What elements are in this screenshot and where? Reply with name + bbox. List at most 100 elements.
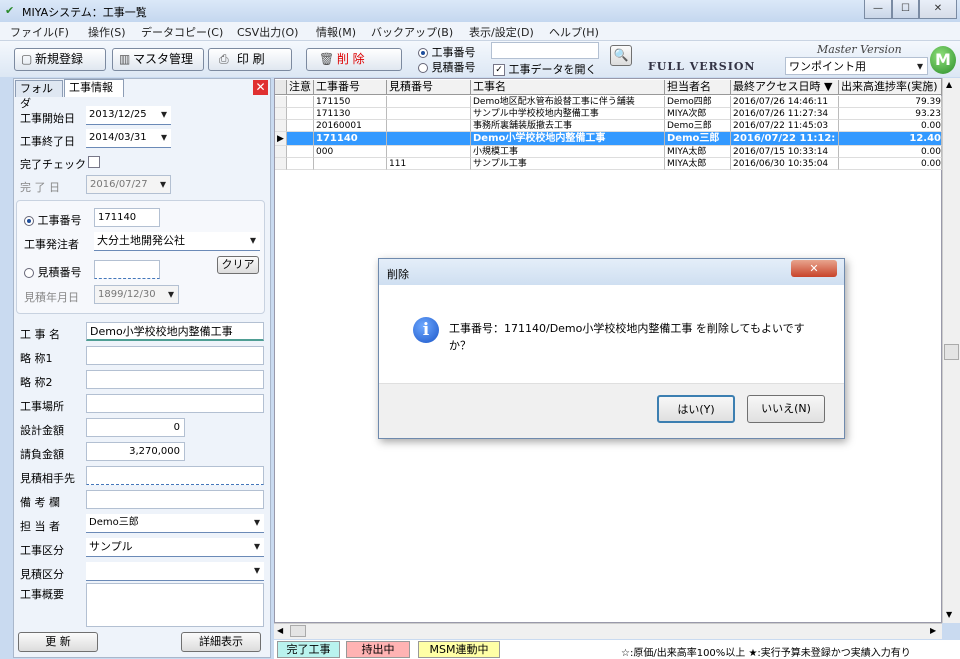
place-field[interactable] [86,394,264,413]
cell-attention [287,146,314,158]
column-header-koji-name[interactable]: 工事名 [471,80,665,95]
menu-csv[interactable]: CSV出力(O) [237,24,298,40]
delete-button[interactable]: 🗑 削 除 [306,48,402,71]
master-version-label: Master Version [817,43,902,56]
yes-button[interactable]: はい(Y) [657,395,735,423]
mode-select[interactable]: ワンポイント用 [785,57,928,75]
print-button[interactable]: ⎙ 印 刷 [208,48,292,71]
grid-corner [275,80,287,95]
row-selector [275,120,287,132]
estimate-number-radio[interactable]: 見積番号 [24,264,82,280]
abbr1-field[interactable] [86,346,264,365]
column-header-koji-number[interactable]: 工事番号 [314,80,387,95]
cell-koji-number: 171130 [314,108,387,120]
magnifier-icon: 🔍 [613,48,629,62]
contract-amount-field[interactable]: 3,270,000 [86,442,185,461]
estimate-date-label: 見積年月日 [24,291,79,304]
cell-last-access: 2016/07/22 11:45:03 [731,120,839,132]
menu-data-copy[interactable]: データコピー(C) [141,24,223,40]
menu-file[interactable]: ファイル(F) [10,24,69,40]
radio-icon [24,216,34,226]
no-button[interactable]: いいえ(N) [747,395,825,423]
scroll-down-icon[interactable]: ▼ [946,610,952,619]
open-data-checkbox[interactable]: ✓ 工事データを開く [493,61,597,77]
row-selector [275,146,287,158]
scroll-thumb[interactable] [944,344,959,360]
clear-button[interactable]: クリア [217,256,259,274]
cell-progress: 79.39 [839,96,942,108]
cell-estimate-number: 111 [387,158,471,170]
tab-folder[interactable]: フォルダ [15,80,63,110]
person-select[interactable]: Demo三郎 [86,514,264,533]
column-header-progress[interactable]: 出来高進捗率(実施) [839,80,942,95]
hscroll-thumb[interactable] [290,625,306,637]
cell-koji-name: 小規模工事 [471,146,665,158]
radio-estimate-number[interactable]: 見積番号 [418,59,476,75]
row-selector [275,108,287,120]
tab-koji-info[interactable]: 工事情報 [64,79,124,97]
detail-button[interactable]: 詳細表示 [181,632,261,652]
column-header-person[interactable]: 担当者名 [665,80,731,95]
estimate-kubun-select[interactable] [86,562,264,581]
open-data-label: 工事データを開く [508,63,597,76]
abbr2-field[interactable] [86,370,264,389]
radio-estimate-label: 見積番号 [431,61,476,74]
cell-person: Demo四郎 [665,96,731,108]
design-amount-field[interactable]: 0 [86,418,185,437]
window-title: MIYAシステム：工事一覧 [22,6,147,19]
minimize-button[interactable]: — [864,0,892,19]
note-label: 備 考 欄 [20,496,60,509]
cell-progress: 0.00 [839,146,942,158]
search-number-input[interactable] [491,42,599,59]
scroll-right-icon[interactable]: ▶ [930,626,936,635]
orderer-select[interactable]: 大分土地開発公社 [94,232,260,251]
koji-name-field[interactable]: Demo小学校校地内整備工事 [86,322,264,341]
radio-icon [418,48,428,58]
koji-number-field[interactable]: 171140 [94,208,160,227]
new-button[interactable]: ▢ 新規登録 [14,48,106,71]
cell-last-access: 2016/06/30 10:35:04 [731,158,839,170]
scroll-left-icon[interactable]: ◀ [277,626,283,635]
menu-operation[interactable]: 操作(S) [88,24,126,40]
cell-estimate-number [387,120,471,132]
menu-backup[interactable]: バックアップ(B) [371,24,453,40]
search-button[interactable]: 🔍 [610,45,632,66]
start-date-field[interactable]: 2013/12/25 [86,106,171,125]
menu-info[interactable]: 情報(M) [316,24,356,40]
horizontal-scrollbar[interactable]: ◀ ▶ [274,623,942,639]
radio-icon [418,63,428,73]
update-button[interactable]: 更 新 [18,632,98,652]
delete-button-label: 削 除 [336,52,365,66]
partner-field[interactable] [86,466,264,485]
koji-number-value: 171140 [98,212,137,223]
radio-koji-number[interactable]: 工事番号 [418,44,476,60]
estimate-number-field[interactable] [94,260,160,279]
cell-progress: 12.40 [839,132,942,146]
vertical-scrollbar[interactable]: ▲ ▼ [942,78,960,623]
koji-number-radio[interactable]: 工事番号 [24,212,82,228]
master-button[interactable]: ▥ マスタ管理 [112,48,204,71]
dialog-close-button[interactable]: ✕ [791,260,837,277]
dialog-message: 工事番号：171140/Demo小学校校地内整備工事 を削除してもよいですか？ [449,322,805,352]
column-header-last-access[interactable]: 最終アクセス日時 ▼ [731,80,839,95]
column-header-estimate-number[interactable]: 見積番号 [387,80,471,95]
summary-field[interactable] [86,583,264,627]
close-button[interactable]: ✕ [919,0,957,19]
done-checkbox[interactable] [88,156,100,168]
end-date-field[interactable]: 2014/03/31 [86,129,171,148]
cell-attention [287,158,314,170]
close-panel-icon[interactable]: ✕ [253,80,268,95]
cell-attention [287,120,314,132]
maximize-button[interactable]: ☐ [892,0,919,19]
column-header-attention[interactable]: 注意 [287,80,314,95]
radio-koji-label: 工事番号 [431,46,476,59]
scroll-up-icon[interactable]: ▲ [946,80,952,89]
note-field[interactable] [86,490,264,509]
cell-estimate-number [387,146,471,158]
koji-kubun-select[interactable]: サンプル [86,538,264,557]
estimate-kubun-label: 見積区分 [20,568,64,581]
person-value: Demo三郎 [89,517,139,528]
menu-help[interactable]: ヘルプ(H) [549,24,599,40]
menu-view-settings[interactable]: 表示/設定(D) [469,24,534,40]
contract-amount-value: 3,270,000 [129,446,180,457]
